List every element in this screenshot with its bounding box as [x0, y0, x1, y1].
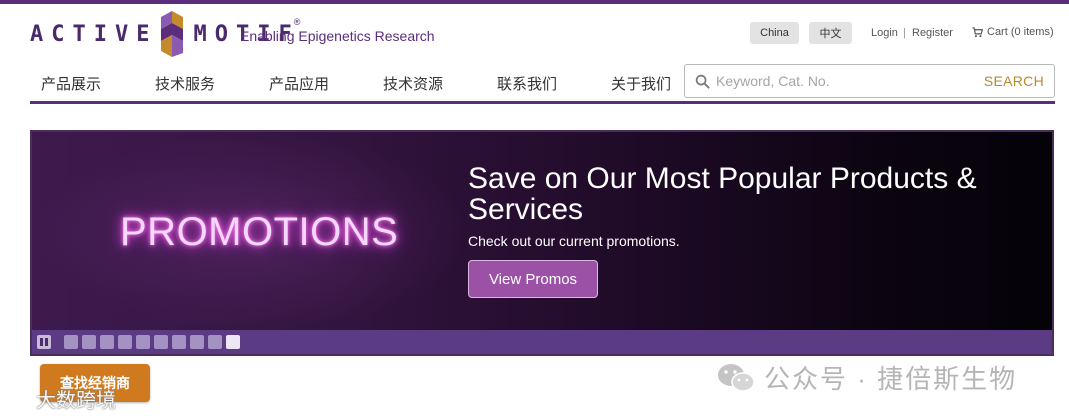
watermark-left: 大数跨境 — [4, 384, 116, 413]
slide-dot[interactable] — [136, 335, 150, 349]
slide-dot[interactable] — [208, 335, 222, 349]
watermark-right-text: 公众号 · 捷倍斯生物 — [764, 364, 1018, 394]
register-link[interactable]: Register — [912, 27, 953, 39]
slide-dot[interactable] — [172, 335, 186, 349]
search-icon — [695, 74, 710, 89]
registered-mark: ® — [293, 17, 301, 27]
watermark-left-text: 大数跨境 — [36, 390, 116, 412]
account-separator: | — [903, 27, 906, 39]
pause-icon[interactable] — [37, 335, 51, 349]
nav-item-about[interactable]: 关于我们 — [611, 73, 671, 94]
slide-dot[interactable] — [226, 335, 240, 349]
view-promos-button[interactable]: View Promos — [468, 260, 598, 298]
tagline: Enabling Epigenetics Research — [240, 28, 435, 44]
cart-label: Cart (0 items) — [987, 26, 1054, 38]
watermark-logo-icon — [5, 390, 32, 407]
top-accent-rule — [0, 0, 1069, 4]
cart-icon — [972, 26, 983, 37]
search-button[interactable]: SEARCH — [984, 73, 1044, 89]
search-input[interactable] — [716, 73, 966, 89]
banner-headline: Save on Our Most Popular Products & Serv… — [468, 162, 977, 226]
slide-dot[interactable] — [118, 335, 132, 349]
language-china-button[interactable]: China — [750, 22, 799, 44]
nav-item-products[interactable]: 产品展示 — [41, 73, 101, 94]
slide-dot[interactable] — [190, 335, 204, 349]
cart-link[interactable]: Cart (0 items) — [972, 26, 1054, 38]
search-box: SEARCH — [684, 64, 1055, 98]
logo-emblem-icon — [161, 11, 184, 57]
slide-dots — [64, 335, 240, 349]
nav-underline — [30, 101, 1055, 104]
slide-dot[interactable] — [82, 335, 96, 349]
promotions-neon-text: PROMOTIONS — [120, 210, 399, 254]
slide-dot[interactable] — [64, 335, 78, 349]
main-nav: 产品展示 技术服务 产品应用 技术资源 联系我们 关于我们 — [30, 64, 672, 102]
nav-item-resources[interactable]: 技术资源 — [383, 73, 443, 94]
slide-dot[interactable] — [154, 335, 168, 349]
nav-item-services[interactable]: 技术服务 — [155, 73, 215, 94]
slider-pager — [32, 330, 1052, 354]
promo-banner[interactable]: PROMOTIONS Save on Our Most Popular Prod… — [30, 130, 1054, 356]
slide-dot[interactable] — [100, 335, 114, 349]
watermark-right: 公众号 · 捷倍斯生物 — [716, 359, 1017, 396]
nav-item-contact[interactable]: 联系我们 — [497, 73, 557, 94]
login-link[interactable]: Login — [871, 27, 898, 39]
banner-subline: Check out our current promotions. — [468, 233, 680, 249]
wechat-icon — [718, 363, 755, 392]
language-chinese-button[interactable]: 中文 — [809, 22, 852, 44]
nav-item-applications[interactable]: 产品应用 — [269, 73, 329, 94]
logo-word-left: ACTIVE — [30, 21, 158, 47]
